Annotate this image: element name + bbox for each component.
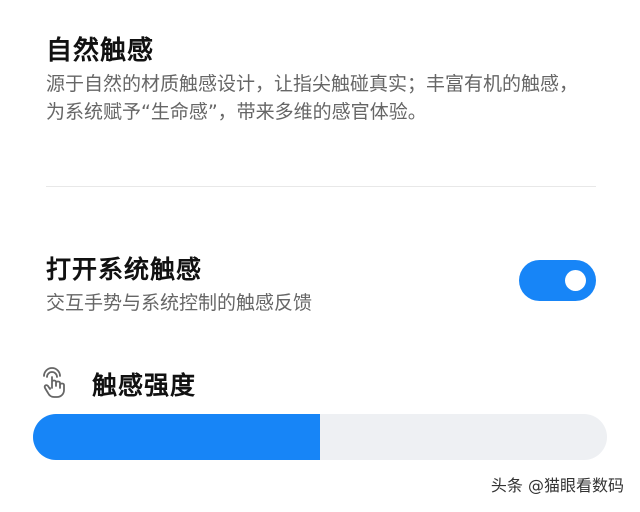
system-haptics-title: 打开系统触感 (46, 255, 203, 284)
system-haptics-toggle[interactable] (519, 260, 596, 301)
intensity-slider[interactable] (33, 414, 607, 460)
toggle-knob (565, 270, 586, 291)
system-haptics-row[interactable]: 打开系统触感 交互手势与系统控制的触感反馈 (46, 250, 596, 320)
intensity-header: 触感强度 (40, 364, 600, 404)
natural-haptics-title: 自然触感 (46, 36, 155, 66)
watermark: 头条 @猫眼看数码 (490, 476, 624, 495)
divider (46, 186, 596, 187)
system-haptics-description: 交互手势与系统控制的触感反馈 (46, 292, 313, 314)
natural-haptics-description: 源于自然的材质触感设计，让指尖触碰真实；丰富有机的触感，为系统赋予“生命感”，带… (46, 73, 579, 123)
intensity-label: 触感强度 (92, 371, 197, 400)
touch-finger-icon (43, 367, 65, 398)
intensity-slider-fill (33, 414, 320, 460)
